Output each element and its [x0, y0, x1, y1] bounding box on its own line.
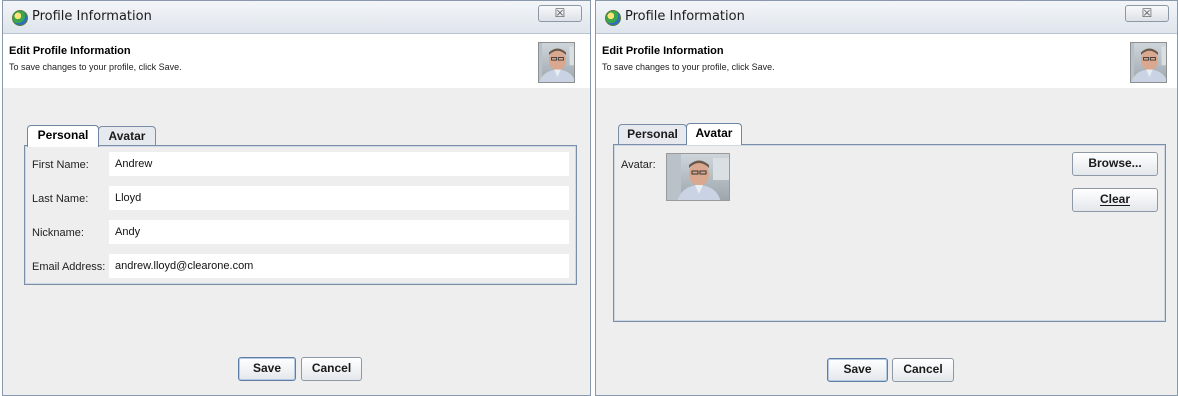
profile-dialog-personal: Profile Information ☒ Edit Profile Infor… — [2, 0, 591, 396]
avatar-tab-panel: Avatar: Browse... Clear — [613, 144, 1166, 322]
clear-button[interactable]: Clear — [1072, 188, 1158, 212]
last-name-field[interactable]: Lloyd — [109, 186, 569, 210]
clear-button-label: Clear — [1099, 192, 1131, 206]
personal-tab-panel: First Name: Andrew Last Name: Lloyd Nick… — [24, 145, 577, 285]
header-title: Edit Profile Information — [9, 45, 131, 57]
header-title: Edit Profile Information — [602, 45, 724, 57]
save-button[interactable]: Save — [238, 357, 296, 381]
first-name-field[interactable]: Andrew — [109, 152, 569, 176]
app-globe-icon — [12, 10, 28, 26]
tab-personal[interactable]: Personal — [27, 125, 99, 147]
dialog-header: Edit Profile Information To save changes… — [3, 34, 590, 88]
header-avatar-image — [538, 42, 575, 83]
last-name-label: Last Name: — [32, 193, 89, 205]
cancel-button[interactable]: Cancel — [892, 358, 954, 382]
browse-button[interactable]: Browse... — [1072, 152, 1158, 176]
nickname-field[interactable]: Andy — [109, 220, 569, 244]
avatar-label: Avatar: — [621, 159, 656, 171]
header-subtitle: To save changes to your profile, click S… — [602, 62, 775, 72]
window-title: Profile Information — [32, 9, 152, 24]
window-title: Profile Information — [625, 9, 745, 24]
app-globe-icon — [605, 10, 621, 26]
email-address-label: Email Address: — [32, 261, 106, 273]
cancel-button[interactable]: Cancel — [301, 357, 362, 381]
nickname-label: Nickname: — [32, 227, 84, 239]
close-button[interactable]: ☒ — [1125, 5, 1169, 22]
title-bar: Profile Information ☒ — [596, 1, 1177, 34]
tab-avatar[interactable]: Avatar — [686, 123, 742, 145]
header-avatar-image — [1130, 42, 1167, 83]
avatar-image — [666, 153, 730, 201]
profile-dialog-avatar: Profile Information ☒ Edit Profile Infor… — [595, 0, 1178, 396]
header-subtitle: To save changes to your profile, click S… — [9, 62, 182, 72]
tab-personal[interactable]: Personal — [618, 124, 687, 145]
title-bar: Profile Information ☒ — [3, 1, 590, 34]
first-name-label: First Name: — [32, 159, 89, 171]
close-button[interactable]: ☒ — [538, 5, 582, 22]
email-address-field[interactable]: andrew.lloyd@clearone.com — [109, 254, 569, 278]
tab-avatar[interactable]: Avatar — [98, 126, 156, 147]
save-button[interactable]: Save — [827, 358, 888, 382]
dialog-header: Edit Profile Information To save changes… — [596, 34, 1177, 88]
